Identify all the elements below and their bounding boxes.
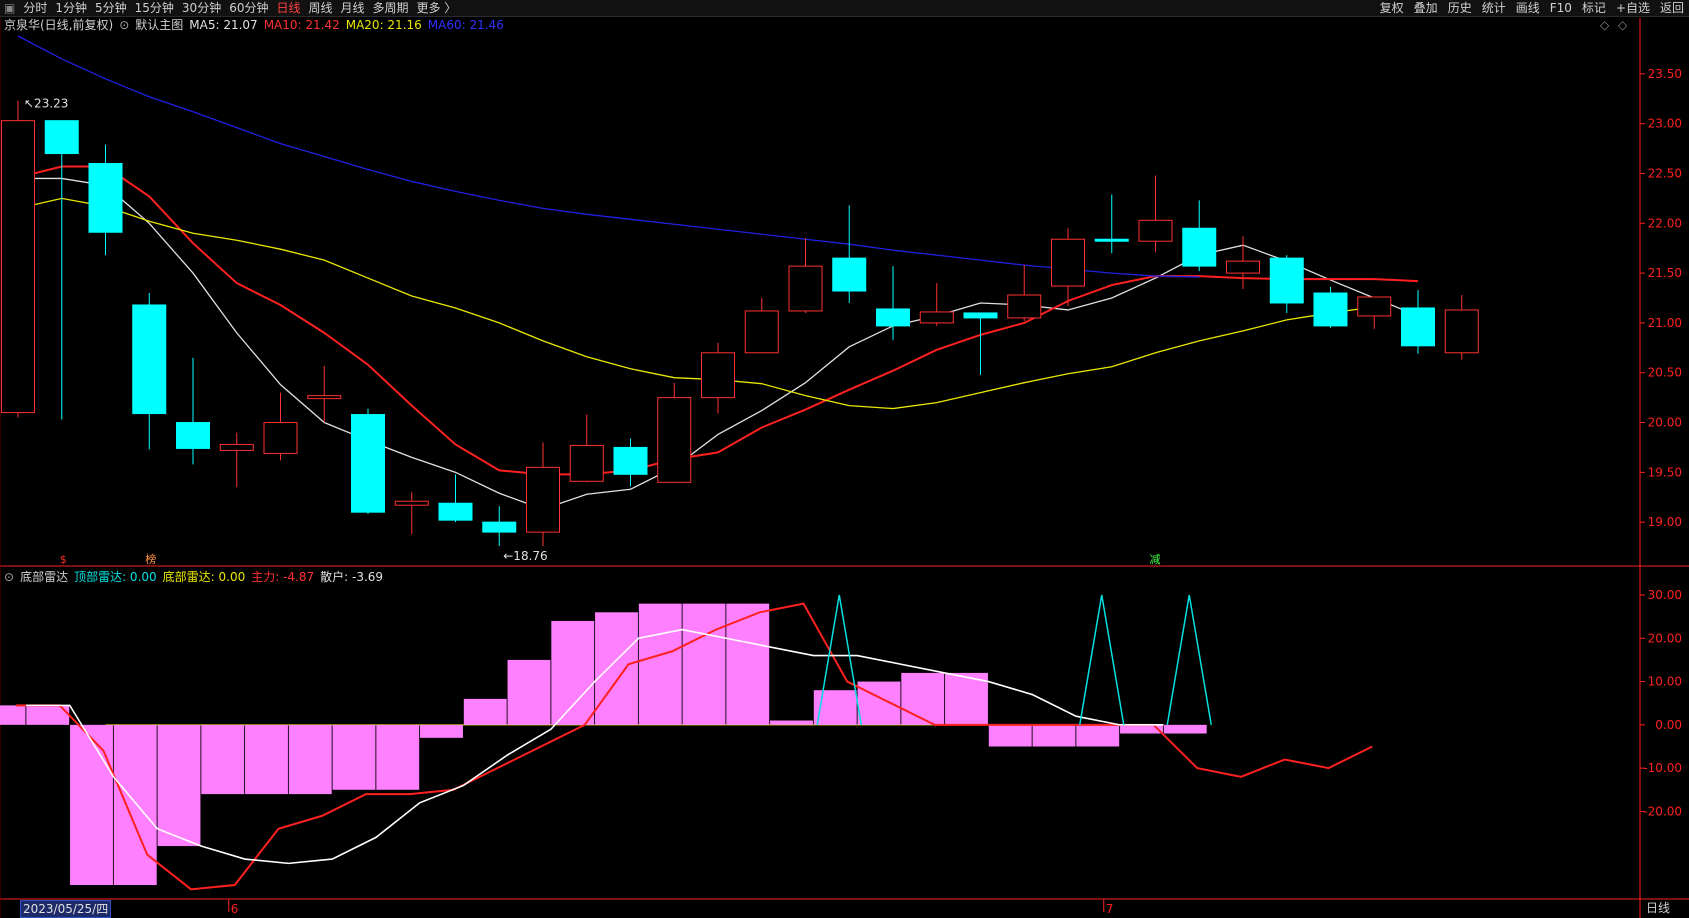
candle-body-21 <box>919 311 954 324</box>
retail-bar-0 <box>0 705 26 725</box>
ind-ytick-label-1: 20.00 <box>1648 631 1682 645</box>
candle-body-28 <box>1226 260 1260 274</box>
retail-bar-8 <box>332 724 376 790</box>
candle-body-9 <box>394 500 429 506</box>
retail-bar-7 <box>288 724 332 795</box>
candle-body-7 <box>307 395 342 400</box>
retail-bar-21 <box>901 672 945 725</box>
stock-chart-canvas[interactable]: 19.00 19.50 20.00 20.50 21.00 21.50 22.00 22.50… <box>0 0 1689 918</box>
candle-body-22 <box>963 312 998 319</box>
candle-body-27 <box>1182 227 1217 267</box>
candle-body-19 <box>832 257 867 292</box>
candle-body-2 <box>88 163 123 233</box>
marker-dollar: $ <box>60 553 67 566</box>
ind-ytick-label-5: -20.00 <box>1643 804 1682 818</box>
radar-spike-2 <box>1166 594 1212 725</box>
candle-body-1 <box>44 120 79 155</box>
candle-body-17 <box>744 310 779 354</box>
candle-body-16 <box>701 352 735 399</box>
retail-bar-6 <box>245 724 288 795</box>
retail-bar-11 <box>463 698 507 725</box>
marker-reduce: 减 <box>1150 553 1161 566</box>
main-ytick-label-8: 23.00 <box>1648 117 1682 131</box>
main-ytick-label-3: 20.50 <box>1648 366 1682 380</box>
candle-body-33 <box>1444 309 1479 354</box>
candle-body-23 <box>1007 294 1042 319</box>
retail-bar-24 <box>1032 724 1076 747</box>
candle-body-4 <box>176 422 210 449</box>
retail-bar-14 <box>595 612 638 725</box>
radar-spike-1 <box>1079 594 1125 725</box>
candle-body-20 <box>876 308 910 327</box>
candle-body-29 <box>1269 257 1304 304</box>
ind-ytick-label-2: 10.00 <box>1648 675 1682 689</box>
candle-body-11 <box>482 521 517 533</box>
retail-bar-3 <box>113 724 157 886</box>
retail-bar-4 <box>157 724 201 847</box>
retail-bar-20 <box>857 681 901 725</box>
marker-bang: 榜 <box>145 552 156 566</box>
retail-bar-16 <box>682 603 726 725</box>
main-ytick-label-7: 22.50 <box>1648 166 1682 180</box>
candle-body-6 <box>263 422 298 454</box>
retail-bar-18 <box>770 720 813 725</box>
main-ytick-label-6: 22.00 <box>1648 216 1682 230</box>
retail-bar-13 <box>551 620 595 725</box>
candle-body-14 <box>613 446 648 475</box>
period-status-label: 日线 <box>1646 901 1671 915</box>
main-ytick-label-4: 21.00 <box>1648 316 1682 330</box>
retail-bar-9 <box>376 724 420 790</box>
low-price-label: ←18.76 <box>503 549 547 563</box>
ma-line-MA60 <box>17 35 1200 278</box>
candle-body-25 <box>1094 238 1129 242</box>
candle-body-18 <box>788 265 823 312</box>
candle-body-31 <box>1357 296 1392 317</box>
main-ytick-label-0: 19.00 <box>1648 515 1682 529</box>
retail-bar-12 <box>507 659 551 725</box>
main-ytick-label-1: 19.50 <box>1648 465 1682 479</box>
retail-bar-5 <box>201 724 245 795</box>
main-ytick-label-2: 20.00 <box>1648 416 1682 430</box>
candle-body-12 <box>526 466 560 533</box>
candle-body-8 <box>351 414 385 513</box>
retail-bar-17 <box>726 603 770 725</box>
retail-bar-15 <box>638 603 682 725</box>
xtick-label-1: 7 <box>1106 902 1114 916</box>
retail-bar-25 <box>1076 724 1120 747</box>
candle-body-26 <box>1138 219 1173 242</box>
candle-body-30 <box>1313 292 1348 327</box>
candle-body-15 <box>657 397 692 483</box>
candle-body-10 <box>438 502 473 521</box>
candle-body-5 <box>219 443 254 451</box>
ind-ytick-label-3: 0.00 <box>1655 718 1682 732</box>
main-ytick-label-5: 21.50 <box>1648 266 1682 280</box>
retail-bar-27 <box>1163 724 1207 734</box>
xtick-label-0: 6 <box>231 902 239 916</box>
candle-body-0 <box>1 120 35 414</box>
candle-body-24 <box>1051 238 1085 287</box>
ind-ytick-label-4: -10.00 <box>1643 761 1682 775</box>
candle-body-32 <box>1401 307 1435 347</box>
candle-body-3 <box>132 304 167 415</box>
retail-bar-2 <box>70 724 113 886</box>
retail-bar-10 <box>420 724 463 738</box>
candle-body-13 <box>569 444 604 482</box>
ind-ytick-label-0: 30.00 <box>1648 588 1682 602</box>
date-status-box: 2023/05/25/四 <box>20 900 112 918</box>
main-ytick-label-9: 23.50 <box>1648 67 1682 81</box>
retail-bar-23 <box>988 724 1032 747</box>
high-price-label: ↖23.23 <box>24 97 68 111</box>
